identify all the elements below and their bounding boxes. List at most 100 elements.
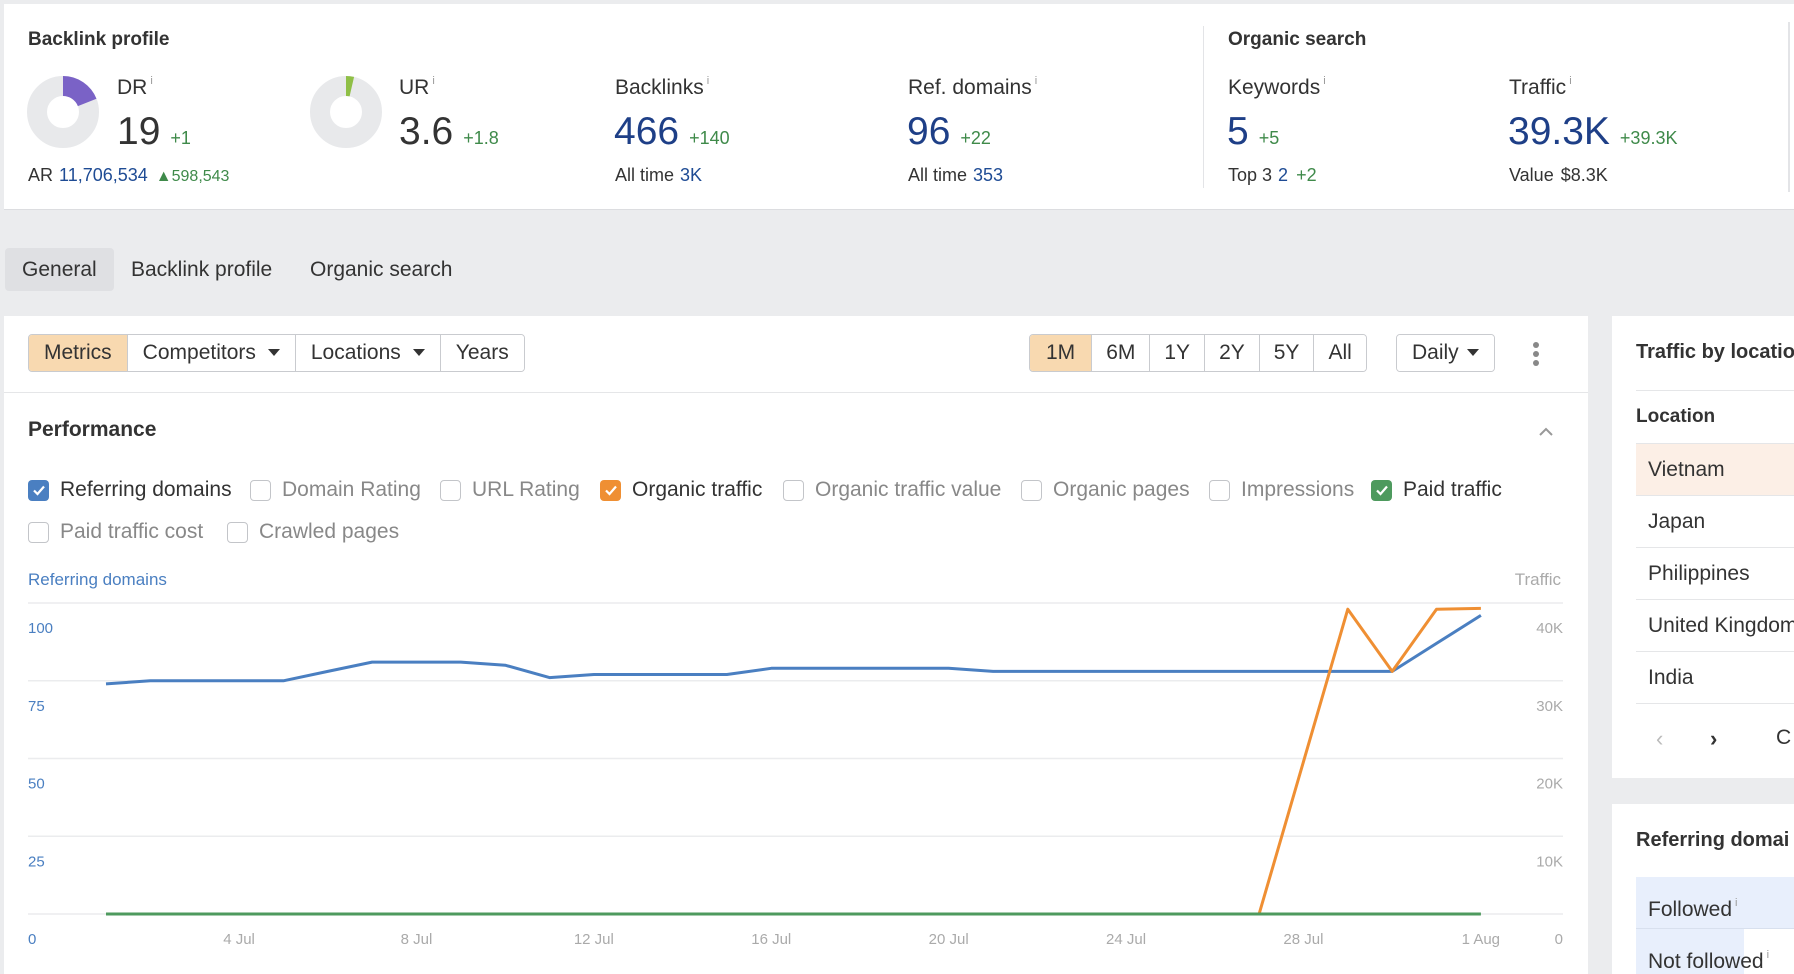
caret-down-icon: [267, 349, 280, 356]
metrics-button[interactable]: Metrics: [29, 335, 127, 371]
range-1m[interactable]: 1M: [1030, 335, 1092, 371]
ar-line: AR 11,706,534 ▲598,543: [28, 165, 230, 185]
range-1y[interactable]: 1Y: [1149, 335, 1205, 371]
pager-next-icon[interactable]: ›: [1710, 726, 1717, 752]
range-5y[interactable]: 5Y: [1258, 335, 1314, 371]
checkbox-checked-icon[interactable]: [28, 479, 49, 501]
pager-prev-icon[interactable]: ‹: [1656, 726, 1663, 752]
keywords-value[interactable]: 5 +5: [1227, 110, 1279, 154]
left-tick-label: 50: [28, 776, 45, 793]
tab-general[interactable]: General: [5, 248, 114, 291]
followed-row[interactable]: Followed i: [1636, 877, 1794, 929]
dr-label: DR i: [117, 75, 153, 99]
keywords-top3-value[interactable]: 2: [1278, 165, 1288, 185]
info-icon[interactable]: i: [1569, 75, 1571, 87]
divider: [1636, 390, 1794, 391]
checkbox-referring-domains[interactable]: Referring domains: [28, 478, 232, 502]
checkbox-checked-icon[interactable]: [600, 479, 621, 501]
checkbox-label: Paid traffic: [1403, 478, 1502, 501]
backlinks-value[interactable]: 466 +140: [614, 110, 730, 154]
checkbox-label: Domain Rating: [282, 478, 421, 501]
tab-backlink-profile[interactable]: Backlink profile: [114, 248, 289, 291]
checkbox-url-rating[interactable]: URL Rating: [440, 478, 580, 502]
info-icon[interactable]: i: [1767, 949, 1769, 961]
ref-domains-delta: +22: [960, 128, 991, 148]
checkbox-empty-icon[interactable]: [250, 479, 271, 501]
checkbox-crawled-pages[interactable]: Crawled pages: [227, 520, 399, 544]
keywords-top3: Top 3 2 +2: [1228, 165, 1317, 185]
checkbox-organic-traffic-value[interactable]: Organic traffic value: [783, 478, 1001, 502]
left-tick-label: 100: [28, 620, 53, 637]
ur-donut-fill: [345, 76, 355, 97]
backlinks-all-time-value[interactable]: 3K: [680, 165, 702, 185]
checkbox-empty-icon[interactable]: [1209, 479, 1230, 501]
checkbox-organic-pages[interactable]: Organic pages: [1021, 478, 1190, 502]
ref-domains-all-time-value[interactable]: 353: [973, 165, 1003, 185]
ur-donut: [310, 76, 382, 148]
checkbox-empty-icon[interactable]: [1021, 479, 1042, 501]
chevron-up-icon[interactable]: [1538, 424, 1554, 440]
location-row[interactable]: United Kingdom: [1636, 600, 1794, 652]
range-2y[interactable]: 2Y: [1204, 335, 1259, 371]
checkbox-empty-icon[interactable]: [28, 521, 49, 543]
checkbox-empty-icon[interactable]: [227, 521, 248, 543]
keywords-label: Keywords i: [1228, 75, 1326, 99]
ar-value: 11,706,534: [59, 165, 148, 185]
checkbox-impressions[interactable]: Impressions: [1209, 478, 1354, 502]
ref-domains-value[interactable]: 96 +22: [907, 110, 991, 154]
location-row[interactable]: Japan: [1636, 496, 1794, 548]
location-row[interactable]: India: [1636, 652, 1794, 704]
checkbox-paid-traffic-cost[interactable]: Paid traffic cost: [28, 520, 203, 544]
toolbar-divider: [4, 392, 1588, 393]
right-axis-title: Traffic: [1514, 570, 1561, 589]
info-icon[interactable]: i: [432, 75, 434, 87]
checkbox-empty-icon[interactable]: [440, 479, 461, 501]
left-tick-label: 0: [28, 931, 36, 948]
left-tick-label: 25: [28, 853, 45, 870]
competitors-dropdown[interactable]: Competitors: [126, 335, 295, 371]
location-row[interactable]: Philippines: [1636, 548, 1794, 600]
pager-more-link[interactable]: C: [1776, 726, 1791, 750]
performance-chart[interactable]: 0 0 25 10K 50 20K 75 30K 100 40K 4 Jul 8 Jul 12 Jul 1…: [0, 590, 1590, 970]
right-tick-label: 0: [1555, 931, 1563, 948]
ur-value: 3.6 +1.8: [399, 110, 499, 153]
checkbox-empty-icon[interactable]: [783, 479, 804, 501]
x-tick-label: 20 Jul: [929, 931, 969, 948]
checkbox-organic-traffic[interactable]: Organic traffic: [600, 478, 762, 502]
ar-delta: ▲598,543: [155, 168, 230, 185]
info-icon[interactable]: i: [1323, 75, 1325, 87]
checkbox-paid-traffic[interactable]: Paid traffic: [1371, 478, 1502, 502]
info-icon[interactable]: i: [1035, 75, 1037, 87]
years-button[interactable]: Years: [439, 335, 524, 371]
info-icon[interactable]: i: [707, 75, 709, 87]
traffic-label: Traffic i: [1509, 75, 1572, 99]
tab-organic-search[interactable]: Organic search: [293, 248, 469, 291]
checkbox-label: Organic traffic value: [815, 478, 1002, 501]
range-all[interactable]: All: [1313, 335, 1366, 371]
caret-down-icon: [1466, 349, 1479, 356]
interval-dropdown[interactable]: Daily: [1396, 334, 1495, 372]
organic-search-title: Organic search: [1228, 29, 1367, 50]
location-row[interactable]: Vietnam: [1636, 444, 1794, 496]
location-column-header[interactable]: Location: [1636, 406, 1715, 428]
range-toggle-group: 1M 6M 1Y 2Y 5Y All: [1029, 334, 1367, 372]
checkbox-label: Crawled pages: [259, 520, 400, 543]
dr-donut: [27, 76, 99, 148]
checkbox-label: Referring domains: [60, 478, 232, 501]
more-options-icon[interactable]: [1530, 340, 1542, 370]
caret-down-icon: [412, 349, 425, 356]
backlinks-label: Backlinks i: [615, 75, 710, 99]
backlinks-delta: +140: [689, 128, 730, 148]
traffic-value[interactable]: 39.3K +39.3K: [1508, 110, 1677, 154]
x-tick-label: 24 Jul: [1106, 931, 1146, 948]
info-icon[interactable]: i: [150, 75, 152, 87]
right-tick-label: 40K: [1536, 620, 1563, 637]
x-tick-label: 8 Jul: [401, 931, 433, 948]
checkbox-checked-icon[interactable]: [1371, 479, 1392, 501]
not-followed-row[interactable]: Not followed i: [1636, 929, 1794, 974]
left-axis-title: Referring domains: [28, 570, 167, 589]
checkbox-domain-rating[interactable]: Domain Rating: [250, 478, 421, 502]
locations-dropdown[interactable]: Locations: [294, 335, 440, 371]
range-6m[interactable]: 6M: [1091, 335, 1150, 371]
info-icon[interactable]: i: [1735, 897, 1737, 909]
